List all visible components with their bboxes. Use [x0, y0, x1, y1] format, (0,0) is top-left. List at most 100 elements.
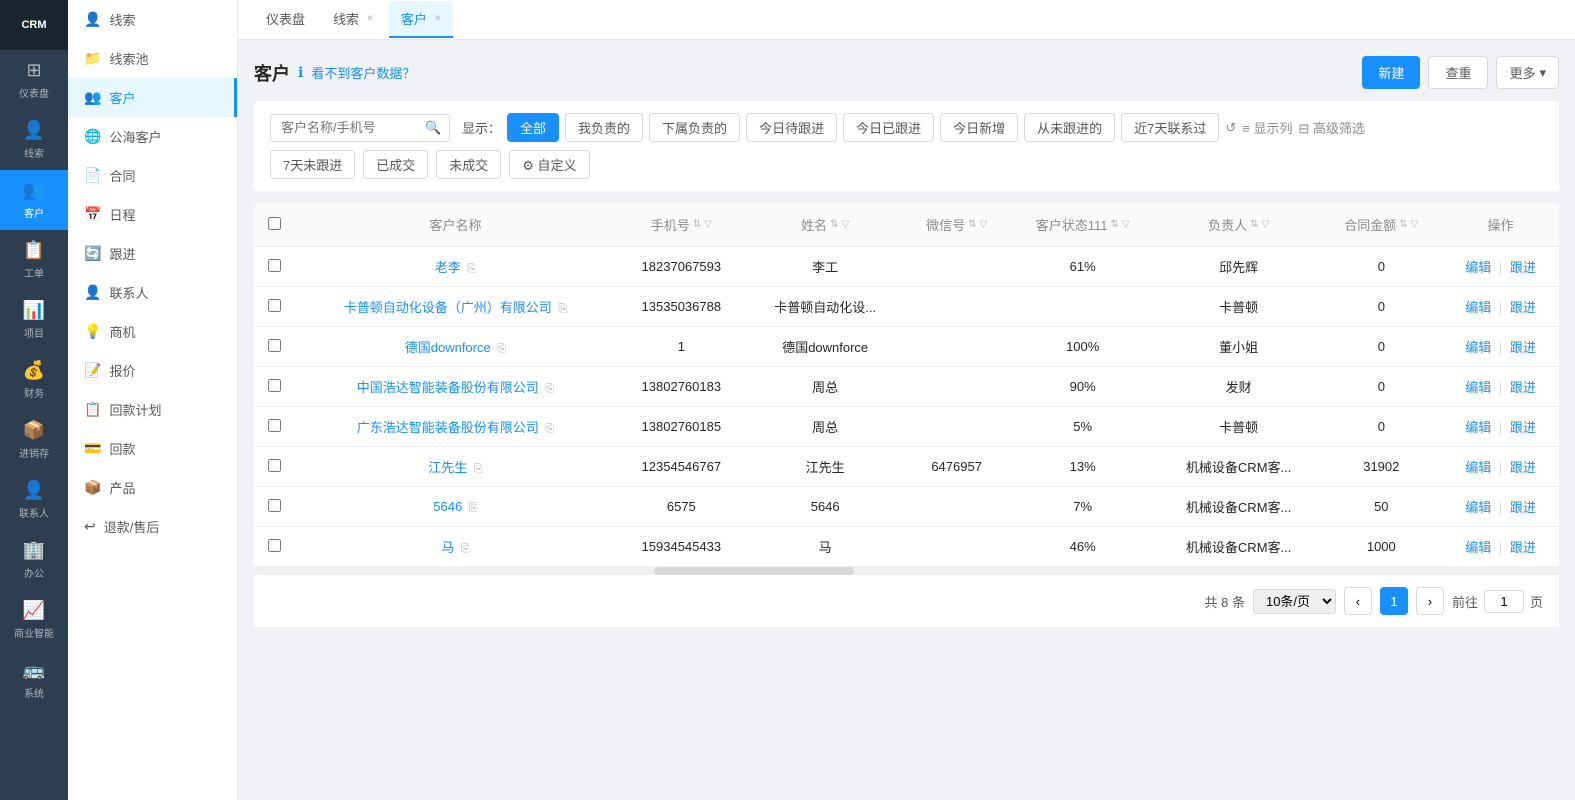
- nav-item-office[interactable]: 🏢 办公: [0, 530, 68, 590]
- name-filter-icon[interactable]: ▽: [842, 219, 850, 230]
- follow-link-4[interactable]: 跟进: [1510, 420, 1536, 435]
- sidebar-item-public-customers[interactable]: 🌐 公海客户: [68, 117, 237, 156]
- tab-customers[interactable]: 客户 ×: [389, 1, 453, 38]
- status-filter-icon[interactable]: ▽: [1122, 219, 1130, 230]
- sidebar-item-customers[interactable]: 👥 客户: [68, 78, 237, 117]
- owner-sort-icon[interactable]: ⇅: [1250, 219, 1258, 230]
- row-checkbox-5[interactable]: [268, 459, 281, 472]
- edit-link-1[interactable]: 编辑: [1465, 300, 1491, 315]
- row-checkbox-6[interactable]: [268, 499, 281, 512]
- tab-leads[interactable]: 线索 ×: [321, 1, 385, 38]
- edit-link-5[interactable]: 编辑: [1465, 460, 1491, 475]
- new-button[interactable]: 新建: [1362, 56, 1420, 89]
- follow-link-2[interactable]: 跟进: [1510, 340, 1536, 355]
- copy-icon-7[interactable]: ⎘: [461, 543, 470, 555]
- customer-name-link-1[interactable]: 卡普顿自动化设备（广州）有限公司: [344, 300, 552, 315]
- tab-dashboard[interactable]: 仪表盘: [254, 1, 317, 38]
- follow-link-5[interactable]: 跟进: [1510, 460, 1536, 475]
- customer-name-link-7[interactable]: 马: [441, 540, 454, 555]
- sidebar-item-opportunity[interactable]: 💡 商机: [68, 312, 237, 351]
- customer-name-link-6[interactable]: 5646: [433, 499, 462, 514]
- sidebar-item-payment-plan[interactable]: 📋 回款计划: [68, 390, 237, 429]
- phone-filter-icon[interactable]: ▽: [704, 219, 712, 230]
- nav-item-bi[interactable]: 📈 商业智能: [0, 590, 68, 650]
- help-link[interactable]: 看不到客户数据？: [311, 63, 415, 82]
- sidebar-item-product[interactable]: 📦 产品: [68, 468, 237, 507]
- sidebar-item-quote[interactable]: 📝 报价: [68, 351, 237, 390]
- nav-item-dashboard[interactable]: ⊞ 仪表盘: [0, 50, 68, 110]
- sidebar-item-leads[interactable]: 👤 线索: [68, 0, 237, 39]
- customer-name-link-2[interactable]: 德国downforce: [405, 340, 491, 355]
- more-button[interactable]: 更多 ▾: [1496, 56, 1559, 89]
- sidebar-item-contract[interactable]: 📄 合同: [68, 156, 237, 195]
- search-input[interactable]: [281, 120, 421, 135]
- filter-btn-week-contact[interactable]: 近7天联系过: [1121, 113, 1219, 142]
- nav-item-workorder[interactable]: 📋 工单: [0, 230, 68, 290]
- next-page-button[interactable]: ›: [1416, 587, 1444, 615]
- edit-link-0[interactable]: 编辑: [1465, 260, 1491, 275]
- page-size-select[interactable]: 10条/页 20条/页 50条/页: [1253, 589, 1336, 614]
- name-sort-icon[interactable]: ⇅: [830, 219, 838, 230]
- copy-icon-1[interactable]: ⎘: [558, 303, 567, 315]
- select-all-checkbox[interactable]: [268, 217, 281, 230]
- filter-btn-subordinate[interactable]: 下属负责的: [649, 113, 740, 142]
- search-icon[interactable]: 🔍: [425, 120, 441, 136]
- row-checkbox-3[interactable]: [268, 379, 281, 392]
- horizontal-scrollbar[interactable]: [254, 567, 1559, 575]
- sidebar-item-followup[interactable]: 🔄 跟进: [68, 234, 237, 273]
- edit-link-3[interactable]: 编辑: [1465, 380, 1491, 395]
- filter-btn-all[interactable]: 全部: [507, 113, 559, 142]
- sidebar-item-return[interactable]: ↩ 退款/售后: [68, 507, 237, 546]
- copy-icon-6[interactable]: ⎘: [469, 502, 478, 514]
- row-checkbox-7[interactable]: [268, 539, 281, 552]
- customer-name-link-0[interactable]: 老李: [435, 260, 461, 275]
- row-checkbox-1[interactable]: [268, 299, 281, 312]
- customer-name-link-4[interactable]: 广东浩达智能装备股份有限公司: [357, 420, 539, 435]
- follow-link-0[interactable]: 跟进: [1510, 260, 1536, 275]
- customer-name-link-5[interactable]: 江先生: [428, 460, 467, 475]
- copy-icon-2[interactable]: ⎘: [497, 343, 506, 355]
- copy-icon-0[interactable]: ⎘: [467, 263, 476, 275]
- sidebar-item-payment[interactable]: 💳 回款: [68, 429, 237, 468]
- advanced-filter-button[interactable]: ⊟ 高级筛选: [1298, 118, 1365, 137]
- follow-link-1[interactable]: 跟进: [1510, 300, 1536, 315]
- columns-button[interactable]: ≡ 显示列: [1242, 118, 1292, 137]
- goto-input[interactable]: [1484, 590, 1524, 613]
- amount-sort-icon[interactable]: ⇅: [1399, 219, 1407, 230]
- filter-btn-custom[interactable]: ⚙ 自定义: [509, 150, 589, 179]
- follow-link-3[interactable]: 跟进: [1510, 380, 1536, 395]
- sidebar-item-leads-pool[interactable]: 📁 线索池: [68, 39, 237, 78]
- nav-item-customers[interactable]: 👥 客户: [0, 170, 68, 230]
- copy-icon-3[interactable]: ⎘: [545, 383, 554, 395]
- refresh-button[interactable]: ↺: [1225, 120, 1236, 136]
- filter-btn-today-new[interactable]: 今日新增: [940, 113, 1018, 142]
- filter-btn-mine[interactable]: 我负责的: [565, 113, 643, 142]
- wechat-sort-icon[interactable]: ⇅: [968, 219, 976, 230]
- row-checkbox-0[interactable]: [268, 259, 281, 272]
- sidebar-item-contacts[interactable]: 👤 联系人: [68, 273, 237, 312]
- copy-icon-4[interactable]: ⎘: [545, 423, 554, 435]
- row-checkbox-4[interactable]: [268, 419, 281, 432]
- tab-leads-close-icon[interactable]: ×: [367, 13, 373, 24]
- follow-link-7[interactable]: 跟进: [1510, 540, 1536, 555]
- nav-item-system[interactable]: 🚌 系统: [0, 650, 68, 710]
- phone-sort-icon[interactable]: ⇅: [693, 219, 701, 230]
- wechat-filter-icon[interactable]: ▽: [979, 219, 987, 230]
- filter-btn-not-closed[interactable]: 未成交: [436, 150, 501, 179]
- prev-page-button[interactable]: ‹: [1344, 587, 1372, 615]
- owner-filter-icon[interactable]: ▽: [1262, 219, 1270, 230]
- sidebar-item-schedule[interactable]: 📅 日程: [68, 195, 237, 234]
- filter-btn-week-no-follow[interactable]: 7天未跟进: [270, 150, 355, 179]
- edit-link-6[interactable]: 编辑: [1465, 500, 1491, 515]
- row-checkbox-2[interactable]: [268, 339, 281, 352]
- edit-link-7[interactable]: 编辑: [1465, 540, 1491, 555]
- tab-customers-close-icon[interactable]: ×: [435, 13, 441, 24]
- filter-btn-never-followed[interactable]: 从未跟进的: [1024, 113, 1115, 142]
- nav-item-contacts[interactable]: 👤 联系人: [0, 470, 68, 530]
- nav-item-project[interactable]: 📊 项目: [0, 290, 68, 350]
- nav-item-leads[interactable]: 👤 线索: [0, 110, 68, 170]
- customer-name-link-3[interactable]: 中国浩达智能装备股份有限公司: [357, 380, 539, 395]
- status-sort-icon[interactable]: ⇅: [1111, 219, 1119, 230]
- follow-link-6[interactable]: 跟进: [1510, 500, 1536, 515]
- scrollbar-thumb[interactable]: [654, 567, 854, 575]
